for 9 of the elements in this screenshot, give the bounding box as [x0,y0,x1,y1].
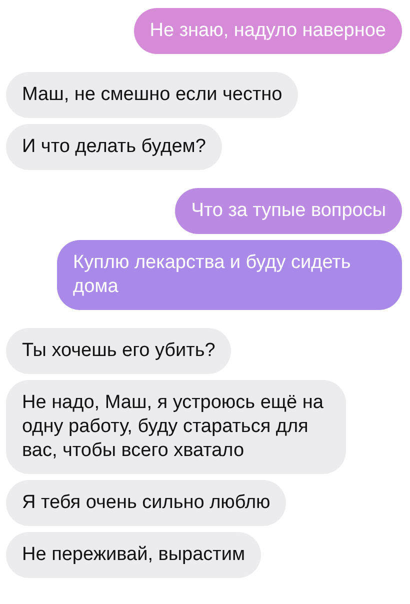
message-bubble: Не знаю, надуло наверное [134,8,402,54]
message-bubble: И что делать будем? [6,124,222,170]
message-bubble: Не надо, Маш, я устроюсь ещё на одну работу, буду стараться для вас, чтобы всего хватало [6,380,346,474]
message-bubble: Я тебя очень сильно люблю [6,480,286,526]
message-bubble: Что за тупые вопросы [175,188,402,234]
message-bubble: Не переживай, вырастим [6,532,262,578]
message-bubble: Куплю лекарства и буду сидеть дома [57,240,402,310]
message-bubble: Ты хочешь его убить? [6,328,232,374]
message-bubble: Маш, не смешно если честно [6,72,298,118]
